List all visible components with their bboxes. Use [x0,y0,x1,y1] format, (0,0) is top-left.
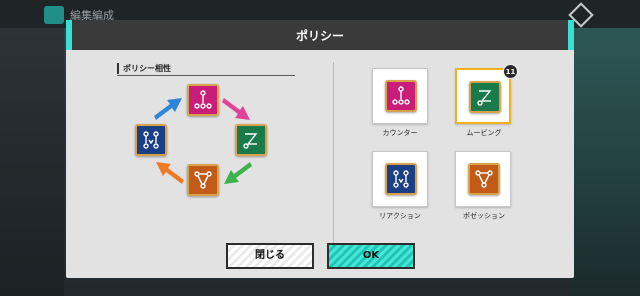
policy-card-position[interactable] [455,151,511,207]
position-policy-icon [187,164,219,196]
policy-count-badge: 11 [503,64,518,79]
background-right-panel [570,0,640,296]
policy-label-moving: ムービング [466,129,502,137]
policy-card-reaction[interactable] [372,151,428,207]
policy-label-reaction: リアクション [379,212,421,220]
back-icon [44,6,64,24]
policy-label-position: ポゼッション [463,212,505,220]
arrow-position-to-reaction [156,162,184,184]
policy-dialog: ポリシー ポリシー相性 カウンター 11 ムービング リアクション ポゼッション… [66,20,574,278]
policy-card-moving[interactable] [455,68,511,124]
counter-policy-icon [187,84,219,116]
background-left-panel [0,28,64,296]
arrow-moving-to-position [224,162,252,184]
arrow-counter-to-moving [222,98,250,120]
policy-card-counter[interactable] [372,68,428,124]
section-underline [117,75,295,76]
moving-policy-icon [235,124,267,156]
policy-label-counter: カウンター [382,129,418,137]
close-button[interactable]: 閉じる [226,243,314,269]
position-icon [468,163,500,195]
moving-icon [469,81,501,113]
arrow-reaction-to-counter [154,98,182,120]
dialog-title: ポリシー [295,29,344,43]
reaction-policy-icon [135,124,167,156]
section-divider [333,62,334,244]
dialog-header: ポリシー [66,20,574,50]
reaction-icon [385,163,417,195]
ok-button[interactable]: OK [327,243,415,269]
counter-icon [385,80,417,112]
section-label: ポリシー相性 [117,63,171,74]
